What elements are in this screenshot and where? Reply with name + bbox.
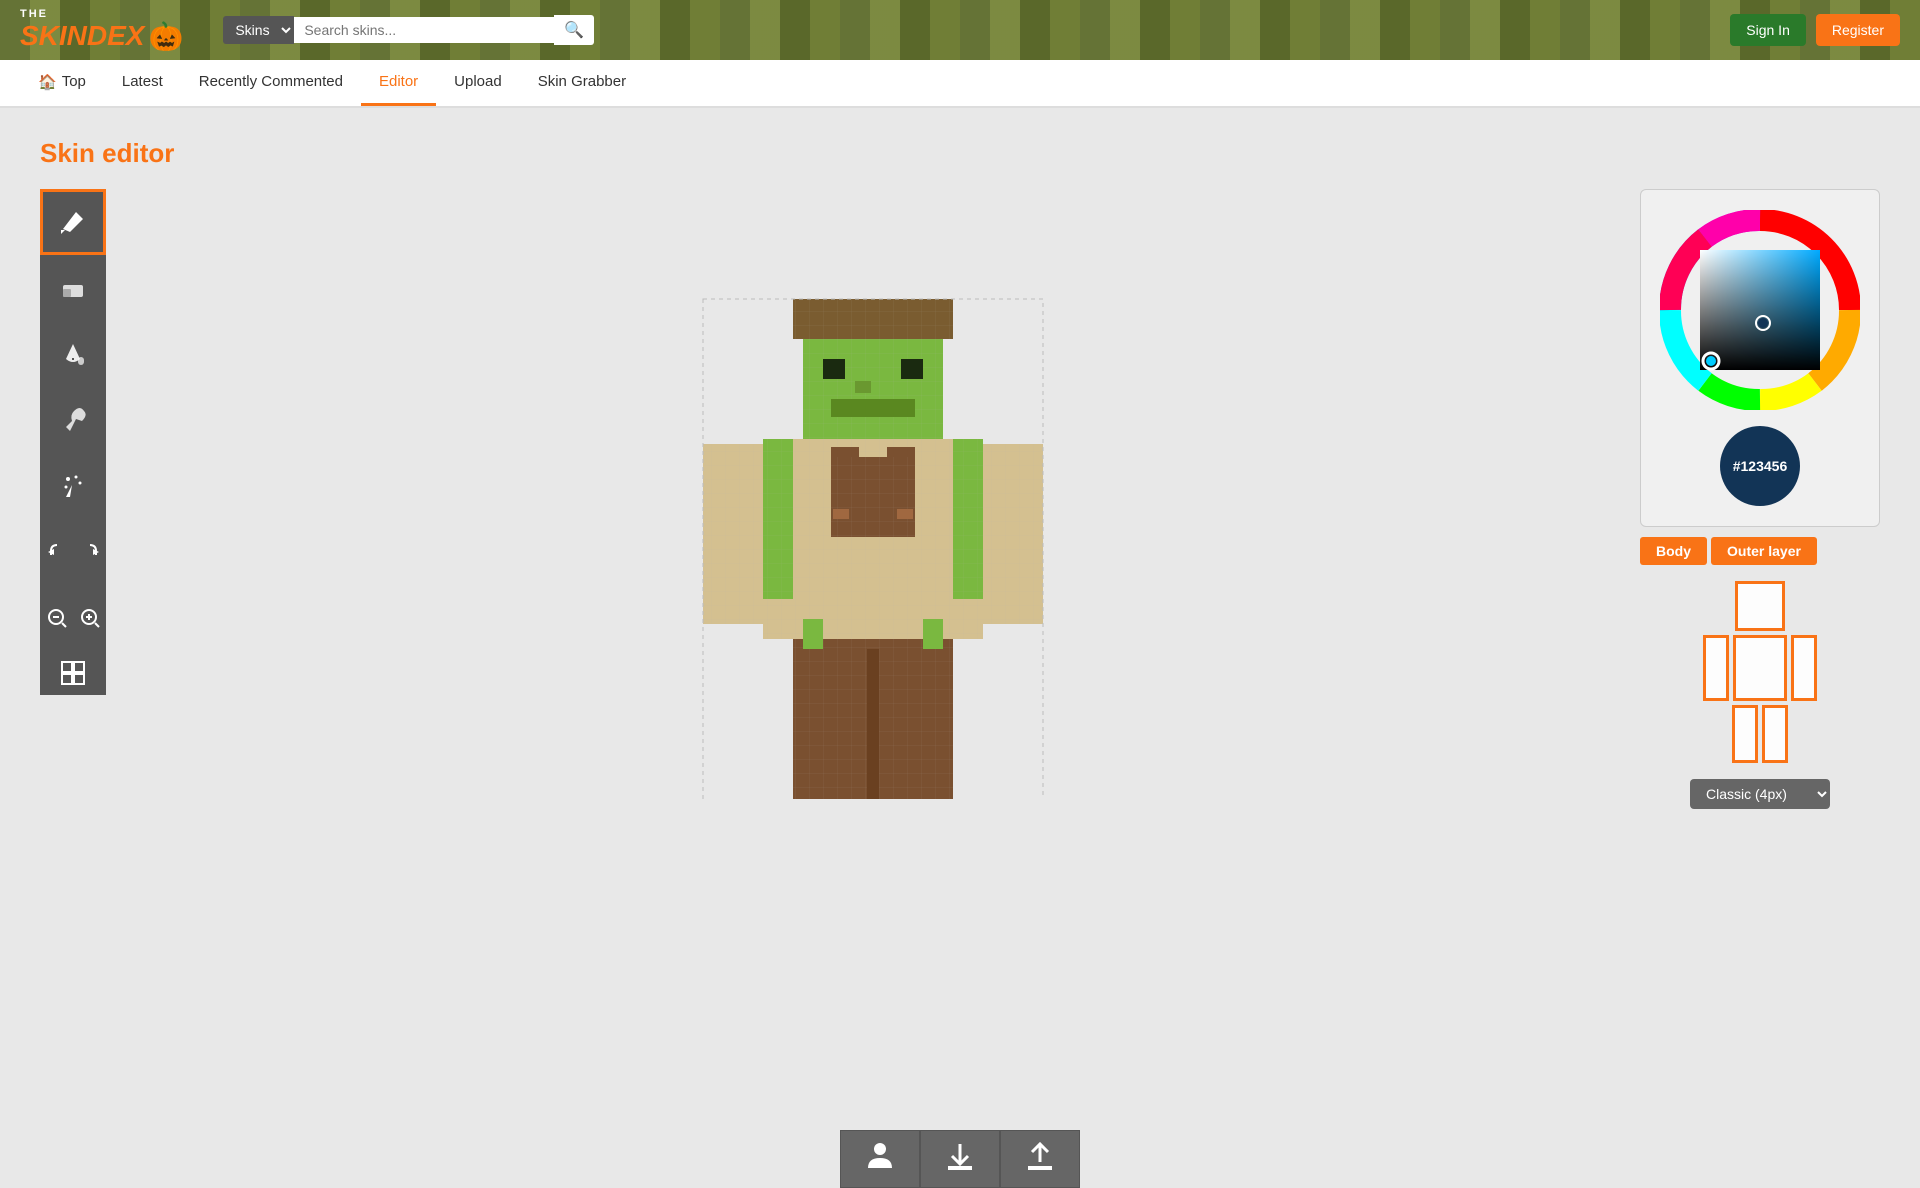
grid-tool[interactable]	[40, 651, 106, 695]
left-arm-part[interactable]	[1703, 635, 1729, 701]
paint-bucket-tool[interactable]	[40, 321, 106, 387]
nav-item-top[interactable]: 🏠 Top	[20, 60, 104, 106]
noise-tool[interactable]	[40, 453, 106, 519]
right-arm-part[interactable]	[1791, 635, 1817, 701]
logo-skindex: SKINDEX	[20, 20, 144, 52]
auth-buttons: Sign In Register	[1730, 14, 1900, 46]
redo-button[interactable]	[73, 519, 106, 585]
pencil-tool[interactable]	[40, 189, 106, 255]
toolbar	[40, 189, 106, 809]
nav-latest-label: Latest	[122, 73, 163, 90]
nav-editor-label: Editor	[379, 73, 418, 90]
search-input[interactable]	[294, 17, 554, 43]
eraser-tool[interactable]	[40, 255, 106, 321]
header-banner: THE SKINDEX 🎃 Skins 🔍 Sign In Register	[0, 0, 1920, 60]
canvas-area[interactable]	[126, 189, 1620, 809]
page-title: Skin editor	[40, 138, 1880, 169]
editor-layout: #123456 Body Outer layer	[40, 189, 1880, 809]
person-icon	[864, 1140, 896, 1172]
logo-the: THE	[20, 8, 48, 20]
download-icon	[944, 1140, 976, 1172]
eyedropper-tool[interactable]	[40, 387, 106, 453]
nav-upload-label: Upload	[454, 73, 502, 90]
nav-item-upload[interactable]: Upload	[436, 60, 520, 106]
skin-type-dropdown[interactable]: Classic (4px) Slim (3px)	[1690, 779, 1830, 809]
body-parts-section: Body Outer layer	[1640, 537, 1880, 809]
zoom-out-tool[interactable]	[40, 585, 73, 651]
search-button[interactable]: 🔍	[554, 15, 594, 45]
nav-top-label: Top	[62, 73, 86, 90]
classic-dropdown-container: Classic (4px) Slim (3px)	[1640, 779, 1880, 809]
right-leg-part[interactable]	[1762, 705, 1788, 763]
bottom-toolbar	[840, 1130, 1080, 1188]
zoom-row	[40, 585, 106, 651]
signin-button[interactable]: Sign In	[1730, 14, 1806, 46]
navigation: 🏠 Top Latest Recently Commented Editor U…	[0, 60, 1920, 108]
bottom-btn-2[interactable]	[920, 1130, 1000, 1188]
nav-item-recently-commented[interactable]: Recently Commented	[181, 60, 361, 106]
zoom-in-tool[interactable]	[73, 585, 106, 651]
torso-row	[1703, 635, 1817, 701]
logo-area: THE SKINDEX 🎃	[20, 8, 183, 53]
nav-item-latest[interactable]: Latest	[104, 60, 181, 106]
right-panel: #123456 Body Outer layer	[1640, 189, 1880, 809]
page-content: Skin editor	[0, 108, 1920, 1188]
left-leg-part[interactable]	[1732, 705, 1758, 763]
search-bar: Skins 🔍	[223, 15, 594, 45]
nav-item-editor[interactable]: Editor	[361, 60, 436, 106]
bottom-btn-3[interactable]	[1000, 1130, 1080, 1188]
nav-recently-commented-label: Recently Commented	[199, 73, 343, 90]
color-wheel-svg[interactable]	[1660, 210, 1860, 410]
color-wheel[interactable]	[1660, 210, 1860, 410]
undo-redo-row	[40, 519, 106, 585]
upload-icon	[1024, 1140, 1056, 1172]
nav-skin-grabber-label: Skin Grabber	[538, 73, 626, 90]
parts-tabs: Body Outer layer	[1640, 537, 1880, 565]
nav-item-skin-grabber[interactable]: Skin Grabber	[520, 60, 644, 106]
search-type-select[interactable]: Skins	[223, 16, 294, 44]
skin-canvas[interactable]	[683, 199, 1063, 799]
body-diagram	[1640, 581, 1880, 763]
bottom-btn-1[interactable]	[840, 1130, 920, 1188]
logo-pumpkin: 🎃	[148, 20, 183, 53]
outer-layer-tab[interactable]: Outer layer	[1711, 537, 1817, 565]
home-icon: 🏠	[38, 73, 57, 91]
body-tab[interactable]: Body	[1640, 537, 1707, 565]
color-picker-panel: #123456	[1640, 189, 1880, 527]
head-part[interactable]	[1735, 581, 1785, 631]
register-button[interactable]: Register	[1816, 14, 1900, 46]
undo-button[interactable]	[40, 519, 73, 585]
color-swatch[interactable]: #123456	[1720, 426, 1800, 506]
torso-part[interactable]	[1733, 635, 1787, 701]
hex-value: #123456	[1733, 458, 1788, 474]
legs-row	[1732, 705, 1788, 763]
